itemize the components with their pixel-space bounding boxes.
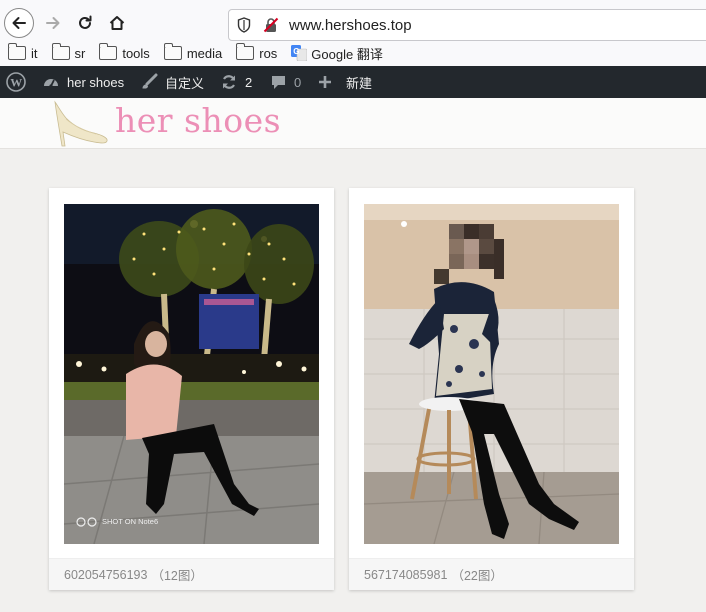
night-street-photo: SHOT ON Note6 xyxy=(64,204,319,544)
post-id: 567174085981 xyxy=(364,567,448,582)
bookmark-label: ros xyxy=(259,45,278,61)
reload-button[interactable] xyxy=(70,8,100,38)
comments-link[interactable]: 0 xyxy=(270,66,301,98)
bookmark-folder-it[interactable]: it xyxy=(8,43,38,61)
home-button[interactable] xyxy=(102,8,132,38)
new-label: 新建 xyxy=(346,75,373,91)
google-translate-icon: G xyxy=(291,45,308,61)
updates-refresh-icon xyxy=(222,75,236,89)
post-card[interactable]: 567174085981 （22图） xyxy=(349,188,634,590)
svg-text:W: W xyxy=(10,76,22,90)
image-count: （22图） xyxy=(451,569,503,583)
back-button[interactable] xyxy=(4,8,34,38)
arrow-left-icon xyxy=(12,17,26,29)
arrow-right-icon xyxy=(46,17,60,29)
comments-count: 0 xyxy=(294,74,302,90)
site-title[interactable]: her shoes xyxy=(115,101,281,140)
folder-icon xyxy=(236,43,255,60)
bookmark-folder-tools[interactable]: tools xyxy=(99,43,150,61)
post-caption[interactable]: 602054756193 （12图） xyxy=(49,558,334,590)
site-header: her shoes xyxy=(0,98,706,149)
tracking-shield-icon[interactable] xyxy=(237,17,251,33)
bookmark-label: tools xyxy=(122,45,150,61)
dashboard-gauge-icon xyxy=(44,79,58,88)
bookmark-folder-sr[interactable]: sr xyxy=(51,43,86,61)
navigation-row: www.hershoes.top xyxy=(0,4,706,41)
updates-link[interactable]: 2 xyxy=(220,66,252,98)
post-caption[interactable]: 567174085981 （22图） xyxy=(349,558,634,590)
url-bar[interactable]: www.hershoes.top xyxy=(228,9,706,41)
browser-toolbar: www.hershoes.top it sr tools media ros G… xyxy=(0,0,706,67)
post-card[interactable]: SHOT ON Note6 602054756193 （12图） xyxy=(49,188,334,590)
new-content-menu[interactable]: 新建 xyxy=(318,66,372,98)
bookmark-label: media xyxy=(186,45,223,61)
reload-icon xyxy=(79,15,92,29)
wordpress-logo-icon: W xyxy=(6,72,26,92)
home-icon xyxy=(109,16,125,30)
image-count: （12图） xyxy=(151,569,203,583)
folder-icon xyxy=(8,43,26,60)
comment-bubble-icon xyxy=(272,75,285,89)
bookmark-label: it xyxy=(31,45,38,61)
indoor-stool-photo xyxy=(364,204,619,544)
url-text[interactable]: www.hershoes.top xyxy=(289,17,412,34)
post-id: 602054756193 xyxy=(64,567,148,582)
post-thumbnail[interactable]: SHOT ON Note6 xyxy=(64,204,319,544)
bookmarks-toolbar: it sr tools media ros G Google 翻译 xyxy=(8,42,397,64)
site-name-label: her shoes xyxy=(67,74,125,90)
insecure-lock-icon[interactable] xyxy=(263,17,279,33)
folder-icon xyxy=(163,43,182,60)
folder-icon xyxy=(99,43,118,60)
bookmark-folder-media[interactable]: media xyxy=(163,43,223,61)
bookmark-label: sr xyxy=(74,45,86,61)
forward-button[interactable] xyxy=(38,8,68,38)
admin-bar: W her shoes 自定义 2 0 新建 xyxy=(0,66,706,98)
svg-text:G: G xyxy=(294,47,300,56)
paintbrush-icon xyxy=(142,73,158,89)
wp-logo-menu[interactable]: W xyxy=(6,66,33,98)
folder-icon xyxy=(51,43,70,60)
bookmark-google-translate[interactable]: G Google 翻译 xyxy=(291,44,383,63)
customize-label: 自定义 xyxy=(165,75,205,91)
bookmark-folder-ros[interactable]: ros xyxy=(236,43,278,61)
high-heel-shoe-logo[interactable] xyxy=(50,100,110,148)
watermark-text: SHOT ON Note6 xyxy=(102,517,158,526)
plus-icon xyxy=(319,76,331,88)
site-name-menu[interactable]: her shoes xyxy=(42,66,124,98)
customize-link[interactable]: 自定义 xyxy=(140,66,204,98)
updates-count: 2 xyxy=(245,74,253,90)
post-thumbnail[interactable] xyxy=(364,204,619,544)
bookmark-label: Google 翻译 xyxy=(311,46,383,62)
